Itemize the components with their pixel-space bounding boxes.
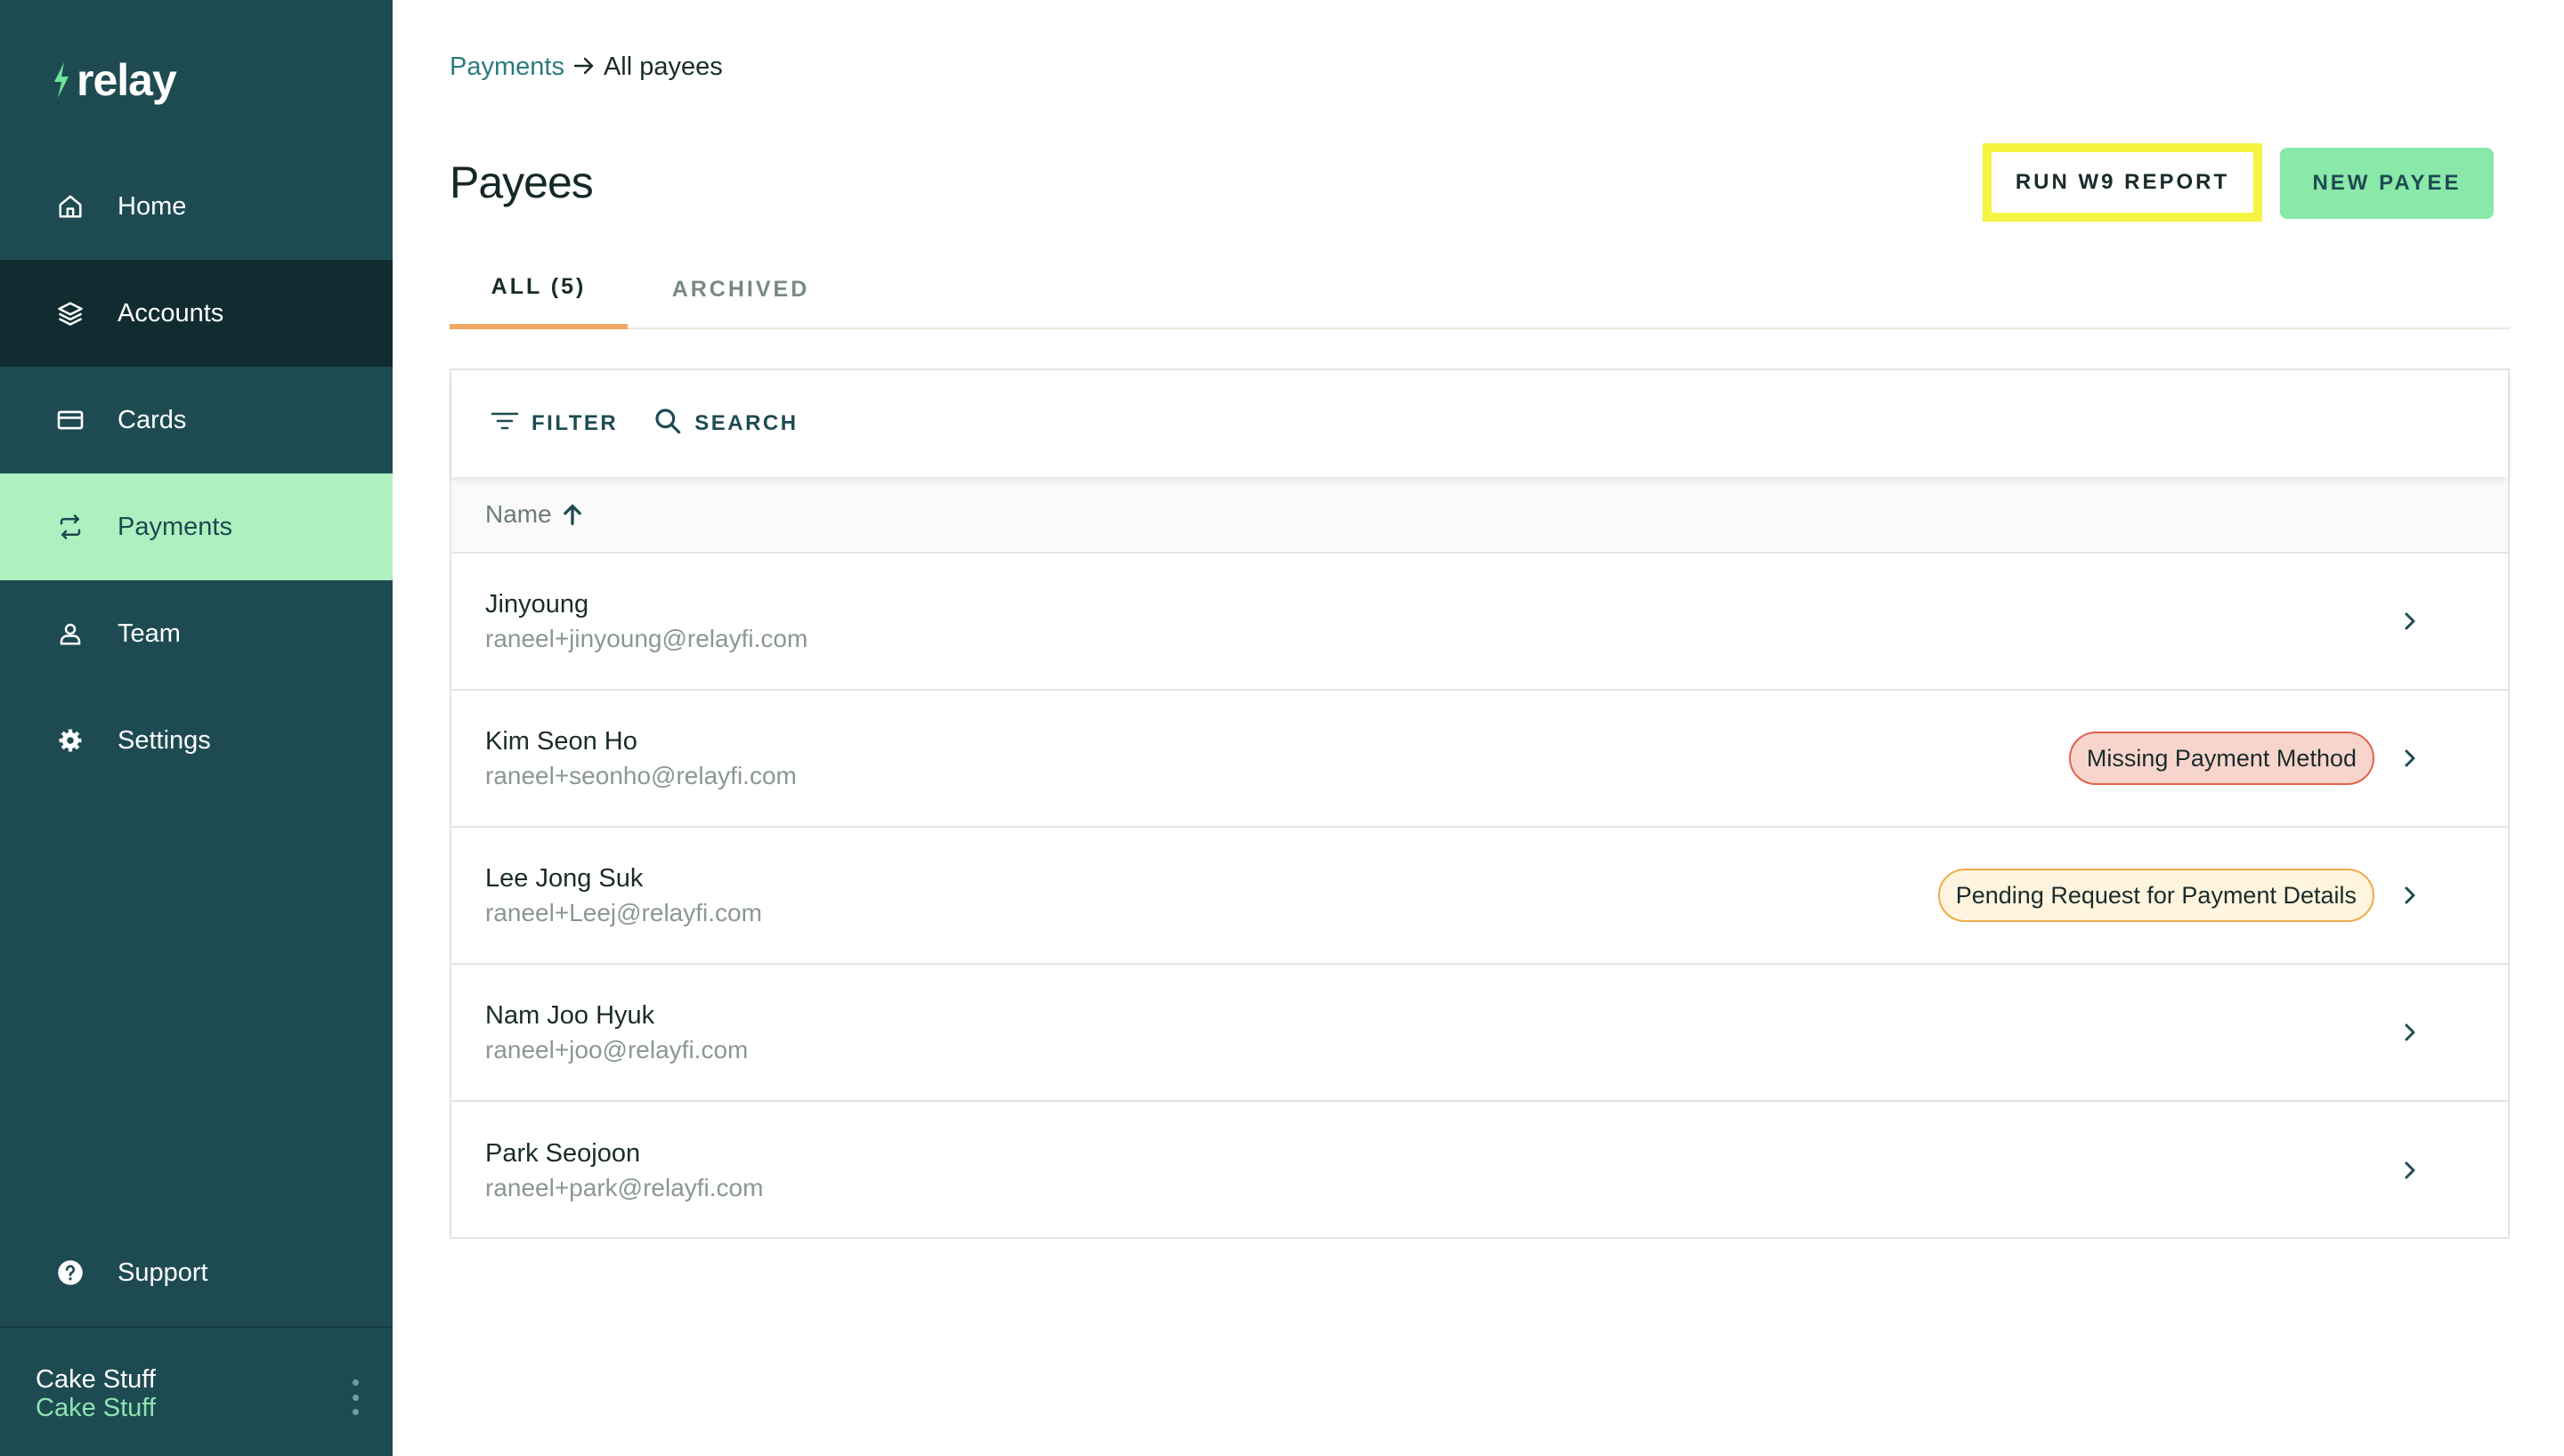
table-toolbar: FILTER SEARCH [451,370,2508,477]
sidebar-item-accounts[interactable]: Accounts [0,260,393,367]
breadcrumb-current: All payees [603,52,723,81]
sidebar-item-support[interactable]: Support [0,1219,393,1326]
payee-email: raneel+seonho@relayfi.com [485,761,797,789]
search-icon [653,407,682,441]
layers-icon [55,298,85,328]
filter-icon [491,410,519,438]
sidebar-item-label: Settings [118,725,211,755]
breadcrumb: Payments All payees [450,52,723,82]
chevron-right-icon[interactable] [2399,744,2421,772]
payee-name: Kim Seon Ho [485,726,637,756]
home-icon [55,191,85,222]
sidebar-item-cards[interactable]: Cards [0,367,393,473]
tab-all[interactable]: ALL (5) [450,249,628,329]
table-row[interactable]: Park Seojoon raneel+park@relayfi.com [451,1102,2508,1239]
sidebar-item-team[interactable]: Team [0,580,393,687]
account-name: Cake Stuff [36,1365,156,1394]
filter-button[interactable]: FILTER [491,410,618,438]
row-text: Park Seojoon raneel+park@relayfi.com [485,1139,763,1202]
arrow-right-icon [573,52,595,82]
kebab-menu-icon[interactable] [350,1379,361,1415]
filter-label: FILTER [531,411,619,435]
payee-email: raneel+park@relayfi.com [485,1173,764,1201]
sidebar-item-payments[interactable]: Payments [0,473,393,580]
sidebar-item-label: Payments [118,512,232,541]
sidebar-item-label: Cards [118,405,187,434]
tab-archived[interactable]: ARCHIVED [656,249,825,329]
payee-email: raneel+joo@relayfi.com [485,1035,749,1064]
brand-name: relay [77,55,177,105]
chevron-right-icon[interactable] [2399,881,2421,910]
sidebar-nav: Home Accounts Cards Payments Team Settin… [0,153,393,794]
sidebar: relay Home Accounts Cards Payments Team … [0,0,393,1456]
sidebar-item-label: Home [118,191,187,221]
help-icon [55,1258,85,1288]
account-switcher[interactable]: Cake Stuff Cake Stuff [0,1326,393,1456]
app: relay Home Accounts Cards Payments Team … [0,0,2564,1456]
page-title: Payees [450,158,594,207]
table-row[interactable]: Jinyoung raneel+jinyoung@relayfi.com [451,554,2508,691]
payee-email: raneel+Leej@relayfi.com [485,898,762,926]
main-content: Payments All payees Payees RUN W9 REPORT… [393,0,2564,1456]
payee-name: Nam Joo Hyuk [485,1000,655,1030]
bolt-icon [52,61,71,100]
row-text: Nam Joo Hyuk raneel+joo@relayfi.com [485,1001,748,1064]
gear-icon [55,725,85,756]
chevron-right-icon[interactable] [2399,1156,2421,1185]
payees-table: FILTER SEARCH Name Jinyoung raneel+jinyo… [450,368,2510,1239]
transfer-icon [55,512,85,542]
status-badge-missing-payment-method: Missing Payment Method [2068,732,2374,785]
payee-name: Park Seojoon [485,1138,641,1168]
payee-name: Jinyoung [485,589,589,619]
status-badge-pending-request: Pending Request for Payment Details [1937,869,2374,922]
row-text: Kim Seon Ho raneel+seonho@relayfi.com [485,727,797,790]
column-header-name: Name [451,477,2508,554]
search-button[interactable]: SEARCH [653,407,798,441]
chevron-right-icon[interactable] [2399,1018,2421,1047]
sort-ascending-icon[interactable] [559,502,586,527]
sidebar-item-settings[interactable]: Settings [0,687,393,794]
search-label: SEARCH [694,411,799,435]
sidebar-item-home[interactable]: Home [0,153,393,260]
user-icon [55,619,85,649]
payee-email: raneel+jinyoung@relayfi.com [485,624,808,652]
relay-logo[interactable]: relay [52,55,177,105]
run-w9-report-button[interactable]: RUN W9 REPORT [1983,143,2262,222]
payee-name: Lee Jong Suk [485,863,644,893]
account-business-name: Cake Stuff [36,1394,156,1422]
row-text: Jinyoung raneel+jinyoung@relayfi.com [485,590,807,653]
payee-tabs: ALL (5) ARCHIVED [450,249,2510,329]
breadcrumb-payments-link[interactable]: Payments [450,53,564,82]
table-row[interactable]: Lee Jong Suk raneel+Leej@relayfi.com Pen… [451,828,2508,965]
chevron-right-icon[interactable] [2399,607,2421,635]
sidebar-item-label: Team [118,619,181,648]
column-label: Name [485,500,552,528]
card-icon [55,405,85,435]
table-row[interactable]: Kim Seon Ho raneel+seonho@relayfi.com Mi… [451,691,2508,828]
support-label: Support [118,1258,208,1287]
new-payee-button[interactable]: NEW PAYEE [2280,148,2494,219]
sidebar-item-label: Accounts [118,298,224,328]
row-text: Lee Jong Suk raneel+Leej@relayfi.com [485,864,762,927]
table-row[interactable]: Nam Joo Hyuk raneel+joo@relayfi.com [451,965,2508,1102]
